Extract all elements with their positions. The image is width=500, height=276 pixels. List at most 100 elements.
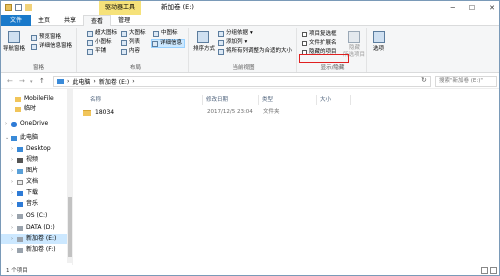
properties-icon[interactable] (15, 4, 22, 11)
column-header-date[interactable]: 修改日期 (203, 95, 259, 105)
nav-item-onedrive[interactable]: › OneDrive (1, 119, 69, 129)
file-date: 2017/12/5 23:04 (207, 109, 253, 115)
tab-share[interactable]: 共享 (57, 15, 83, 26)
list-view-button[interactable]: 列表 (121, 39, 140, 46)
sort-by-icon[interactable] (197, 31, 209, 43)
small-icons-icon (87, 39, 93, 46)
details-view-button[interactable]: 详细信息 (151, 39, 186, 48)
nav-item-label: DATA (D:) (26, 224, 55, 231)
file-extensions-checkbox[interactable] (302, 41, 307, 46)
preview-pane-button[interactable]: 预览窗格 (31, 34, 61, 41)
nav-item-pictures[interactable]: › 图片 (1, 166, 69, 176)
options-icon[interactable] (373, 31, 385, 43)
nav-item-drive-d[interactable]: › DATA (D:) (1, 223, 69, 233)
breadcrumb-this-pc[interactable]: 此电脑 (72, 77, 90, 86)
large-icons-view-icon[interactable] (490, 267, 497, 274)
nav-item-videos[interactable]: › 视频 (1, 155, 69, 165)
nav-item-temp[interactable]: 临时 (1, 104, 69, 114)
small-icons-label: 小图标 (95, 39, 112, 45)
search-input[interactable]: 搜索"新加卷 (E:)" (435, 76, 497, 87)
navigation-scrollbar[interactable] (67, 89, 73, 263)
minimize-button[interactable]: ─ (451, 4, 455, 12)
back-arrow-icon[interactable]: ← (7, 77, 13, 85)
cloud-icon (11, 121, 17, 127)
options-group: 选项 (369, 28, 391, 72)
close-button[interactable]: ✕ (489, 4, 495, 12)
expand-chevron-icon[interactable]: › (11, 234, 16, 244)
nav-item-drive-e[interactable]: › 新加卷 (E:) (1, 234, 69, 244)
small-icons-button[interactable]: 小图标 (87, 39, 112, 46)
nav-item-label: 视频 (26, 156, 39, 163)
file-extensions-toggle[interactable]: 文件扩展名 (302, 40, 337, 47)
collapse-chevron-icon[interactable]: ⌄ (5, 133, 10, 143)
expand-chevron-icon[interactable]: › (11, 144, 16, 154)
column-header-type[interactable]: 类型 (259, 95, 317, 105)
details-view-label: 详细信息 (160, 40, 183, 46)
details-pane-button[interactable]: 详细信息窗格 (31, 43, 72, 50)
expand-chevron-icon[interactable]: › (11, 177, 16, 187)
tab-manage[interactable]: 管理 (111, 15, 137, 26)
nav-item-mobilefile[interactable]: MobileFile (1, 94, 69, 104)
expand-chevron-icon[interactable]: › (11, 211, 16, 221)
expand-chevron-icon[interactable]: › (11, 223, 16, 233)
column-header-name[interactable]: 名称 (87, 95, 203, 105)
tiles-view-icon (87, 48, 93, 55)
size-columns-button[interactable]: 将所有列调整为合适的大小 (218, 48, 292, 55)
group-by-label: 分组依据 (226, 30, 249, 36)
address-bar-row: ← → ▾ ↑ › 此电脑 › 新加卷 (E:) › ↻ 搜索"新加卷 (E:)… (1, 74, 499, 89)
nav-item-label: OneDrive (20, 120, 49, 127)
expand-chevron-icon[interactable]: › (5, 119, 10, 129)
content-view-button[interactable]: 内容 (121, 48, 140, 55)
medium-icons-button[interactable]: 中图标 (153, 30, 178, 37)
details-pane-icon (31, 43, 37, 50)
up-arrow-icon[interactable]: ↑ (39, 77, 45, 85)
nav-item-this-pc[interactable]: ⌄ 此电脑 (1, 133, 69, 143)
details-view-icon[interactable] (481, 267, 488, 274)
table-row[interactable]: 18034 2017/12/5 23:04 文件夹 (79, 107, 347, 118)
navigation-pane-icon[interactable] (8, 31, 20, 43)
breadcrumb-drive-e[interactable]: 新加卷 (E:) (99, 77, 129, 86)
nav-item-music[interactable]: › 音乐 (1, 199, 69, 209)
group-by-button[interactable]: 分组依据 ▾ (218, 30, 253, 37)
nav-item-documents[interactable]: › 文档 (1, 177, 69, 187)
tiles-view-button[interactable]: 平铺 (87, 48, 106, 55)
large-icons-button[interactable]: 大图标 (121, 30, 146, 37)
tab-file[interactable]: 文件 (1, 15, 32, 26)
expand-chevron-icon[interactable]: › (11, 188, 16, 198)
column-header-size[interactable]: 大小 (317, 95, 351, 105)
item-checkboxes-toggle[interactable]: 项目复选框 (302, 31, 337, 38)
recent-locations-chevron-icon[interactable]: ▾ (30, 79, 33, 85)
forward-arrow-icon[interactable]: → (19, 77, 25, 85)
scrollbar-thumb[interactable] (68, 197, 72, 257)
options-button[interactable]: 选项 (373, 46, 384, 53)
chevron-down-icon: ▾ (244, 39, 248, 45)
layout-group-label: 布局 (129, 65, 141, 71)
nav-item-label: OS (C:) (26, 212, 48, 219)
tab-home[interactable]: 主页 (31, 15, 57, 26)
address-bar[interactable]: › 此电脑 › 新加卷 (E:) › (53, 76, 431, 87)
music-icon (17, 201, 23, 207)
nav-item-label: 图片 (26, 167, 39, 174)
expand-chevron-icon[interactable]: › (11, 155, 16, 165)
refresh-icon[interactable]: ↻ (421, 76, 427, 84)
maximize-button[interactable]: ☐ (469, 4, 475, 12)
content-view-label: 内容 (129, 48, 141, 54)
expand-chevron-icon[interactable]: › (11, 199, 16, 209)
expand-chevron-icon[interactable]: › (11, 245, 16, 255)
navigation-pane-button[interactable]: 导航窗格 (3, 46, 25, 53)
new-folder-icon[interactable] (25, 4, 32, 11)
sort-by-button[interactable]: 排序方式 (193, 46, 215, 53)
nav-item-drive-c[interactable]: › OS (C:) (1, 211, 69, 221)
add-columns-button[interactable]: 添加列 ▾ (218, 39, 247, 46)
item-checkboxes-checkbox[interactable] (302, 32, 307, 37)
drive-icon (17, 213, 23, 219)
nav-item-drive-f[interactable]: › 新加卷 (F:) (1, 245, 69, 255)
current-view-group: 排序方式 分组依据 ▾ 添加列 ▾ 将所有列调整为合适的大小 当前视图 (191, 28, 297, 72)
xl-icons-button[interactable]: 超大图标 (87, 30, 117, 37)
drive-icon[interactable] (5, 4, 12, 11)
show-hide-group: 项目复选框 文件扩展名 隐藏的项目 隐藏 所选项目 显示/隐藏 (299, 28, 367, 72)
list-view-icon (121, 39, 127, 46)
nav-item-desktop[interactable]: › Desktop (1, 144, 69, 154)
expand-chevron-icon[interactable]: › (11, 166, 16, 176)
nav-item-downloads[interactable]: › 下载 (1, 188, 69, 198)
